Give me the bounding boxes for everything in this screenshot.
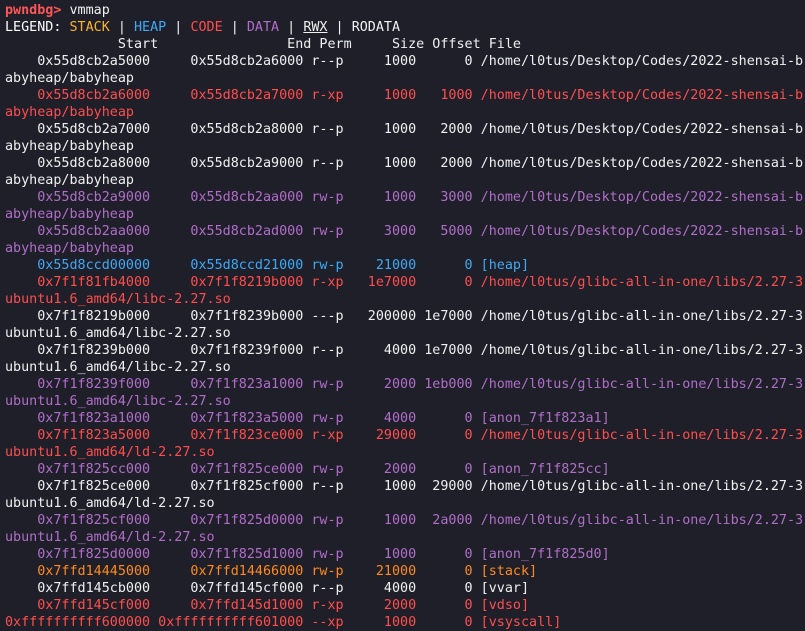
mapping-row-wrap: abyheap/babyheap (5, 71, 134, 86)
mapping-row: 0xffffffffff600000 0xffffffffff601000 --… (5, 615, 562, 630)
mapping-row: 0x55d8cb2a8000 0x55d8cb2a9000 r--p 1000 … (5, 156, 804, 171)
mapping-row: 0x55d8ccd00000 0x55d8ccd21000 rw-p 21000… (5, 258, 530, 273)
mapping-row-wrap: ubuntu1.6_amd64/libc-2.27.so (5, 360, 231, 375)
mapping-row: 0x7f1f823a5000 0x7f1f823ce000 r-xp 29000… (5, 428, 804, 443)
legend-code: CODE (190, 20, 223, 35)
legend-title: LEGEND: (5, 20, 62, 35)
mapping-row-wrap: abyheap/babyheap (5, 173, 134, 188)
legend-rodata: RODATA (351, 20, 401, 35)
mapping-row: 0x7f1f825cc000 0x7f1f825ce000 rw-p 2000 … (5, 462, 610, 477)
mapping-row: 0x7ffd14445000 0x7ffd14466000 rw-p 21000… (5, 564, 538, 579)
mapping-row-wrap: abyheap/babyheap (5, 139, 134, 154)
mapping-row-wrap: ubuntu1.6_amd64/ld-2.27.so (5, 530, 215, 545)
command-text: vmmap (69, 3, 110, 18)
mapping-row: 0x7f1f823a1000 0x7f1f823a5000 rw-p 4000 … (5, 411, 610, 426)
mapping-row-wrap: abyheap/babyheap (5, 241, 134, 256)
terminal[interactable]: pwndbg> vmmap LEGEND: STACK | HEAP | COD… (0, 0, 805, 631)
mapping-row: 0x7f1f8219b000 0x7f1f8239b000 ---p 20000… (5, 309, 804, 324)
mapping-row: 0x55d8cb2a6000 0x55d8cb2a7000 r-xp 1000 … (5, 88, 804, 103)
legend-data: DATA (246, 20, 280, 35)
mapping-row: 0x7f1f825cf000 0x7f1f825d0000 rw-p 1000 … (5, 513, 804, 528)
mapping-row: 0x55d8cb2a9000 0x55d8cb2aa000 rw-p 1000 … (5, 190, 804, 205)
mapping-row-wrap: abyheap/babyheap (5, 207, 134, 222)
mapping-row: 0x7f1f81fb4000 0x7f1f8219b000 r-xp 1e700… (5, 275, 804, 290)
mapping-row: 0x7f1f8239b000 0x7f1f8239f000 r--p 4000 … (5, 343, 804, 358)
mapping-row: 0x7f1f8239f000 0x7f1f823a1000 rw-p 2000 … (5, 377, 804, 392)
prompt-label: pwndbg> (5, 3, 62, 18)
mapping-row: 0x7f1f825d0000 0x7f1f825d1000 rw-p 1000 … (5, 547, 610, 562)
mapping-row-wrap: ubuntu1.6_amd64/libc-2.27.so (5, 292, 231, 307)
legend-line: LEGEND: STACK | HEAP | CODE | DATA | RWX… (5, 20, 401, 35)
mapping-row: 0x7f1f825ce000 0x7f1f825cf000 r--p 1000 … (5, 479, 804, 494)
mapping-row: 0x7ffd145cf000 0x7ffd145d1000 r-xp 2000 … (5, 598, 530, 613)
mapping-row-wrap: ubuntu1.6_amd64/ld-2.27.so (5, 445, 215, 460)
mappings-list: 0x55d8cb2a5000 0x55d8cb2a6000 r--p 1000 … (5, 53, 805, 631)
mapping-row-wrap: ubuntu1.6_amd64/libc-2.27.so (5, 394, 231, 409)
prompt-line: pwndbg> vmmap (5, 2, 805, 19)
mapping-row-wrap: ubuntu1.6_amd64/libc-2.27.so (5, 326, 231, 341)
mapping-row: 0x55d8cb2a7000 0x55d8cb2a8000 r--p 1000 … (5, 122, 804, 137)
table-header: Start End Perm Size Offset File (5, 37, 521, 52)
mapping-row-wrap: abyheap/babyheap (5, 105, 134, 120)
mapping-row: 0x55d8cb2aa000 0x55d8cb2ad000 rw-p 3000 … (5, 224, 804, 239)
legend-rwx: RWX (303, 20, 328, 35)
mapping-row: 0x7ffd145cb000 0x7ffd145cf000 r--p 4000 … (5, 581, 530, 596)
legend-stack: STACK (69, 20, 110, 35)
mapping-row: 0x55d8cb2a5000 0x55d8cb2a6000 r--p 1000 … (5, 54, 804, 69)
mapping-row-wrap: ubuntu1.6_amd64/ld-2.27.so (5, 496, 215, 511)
legend-heap: HEAP (134, 20, 167, 35)
